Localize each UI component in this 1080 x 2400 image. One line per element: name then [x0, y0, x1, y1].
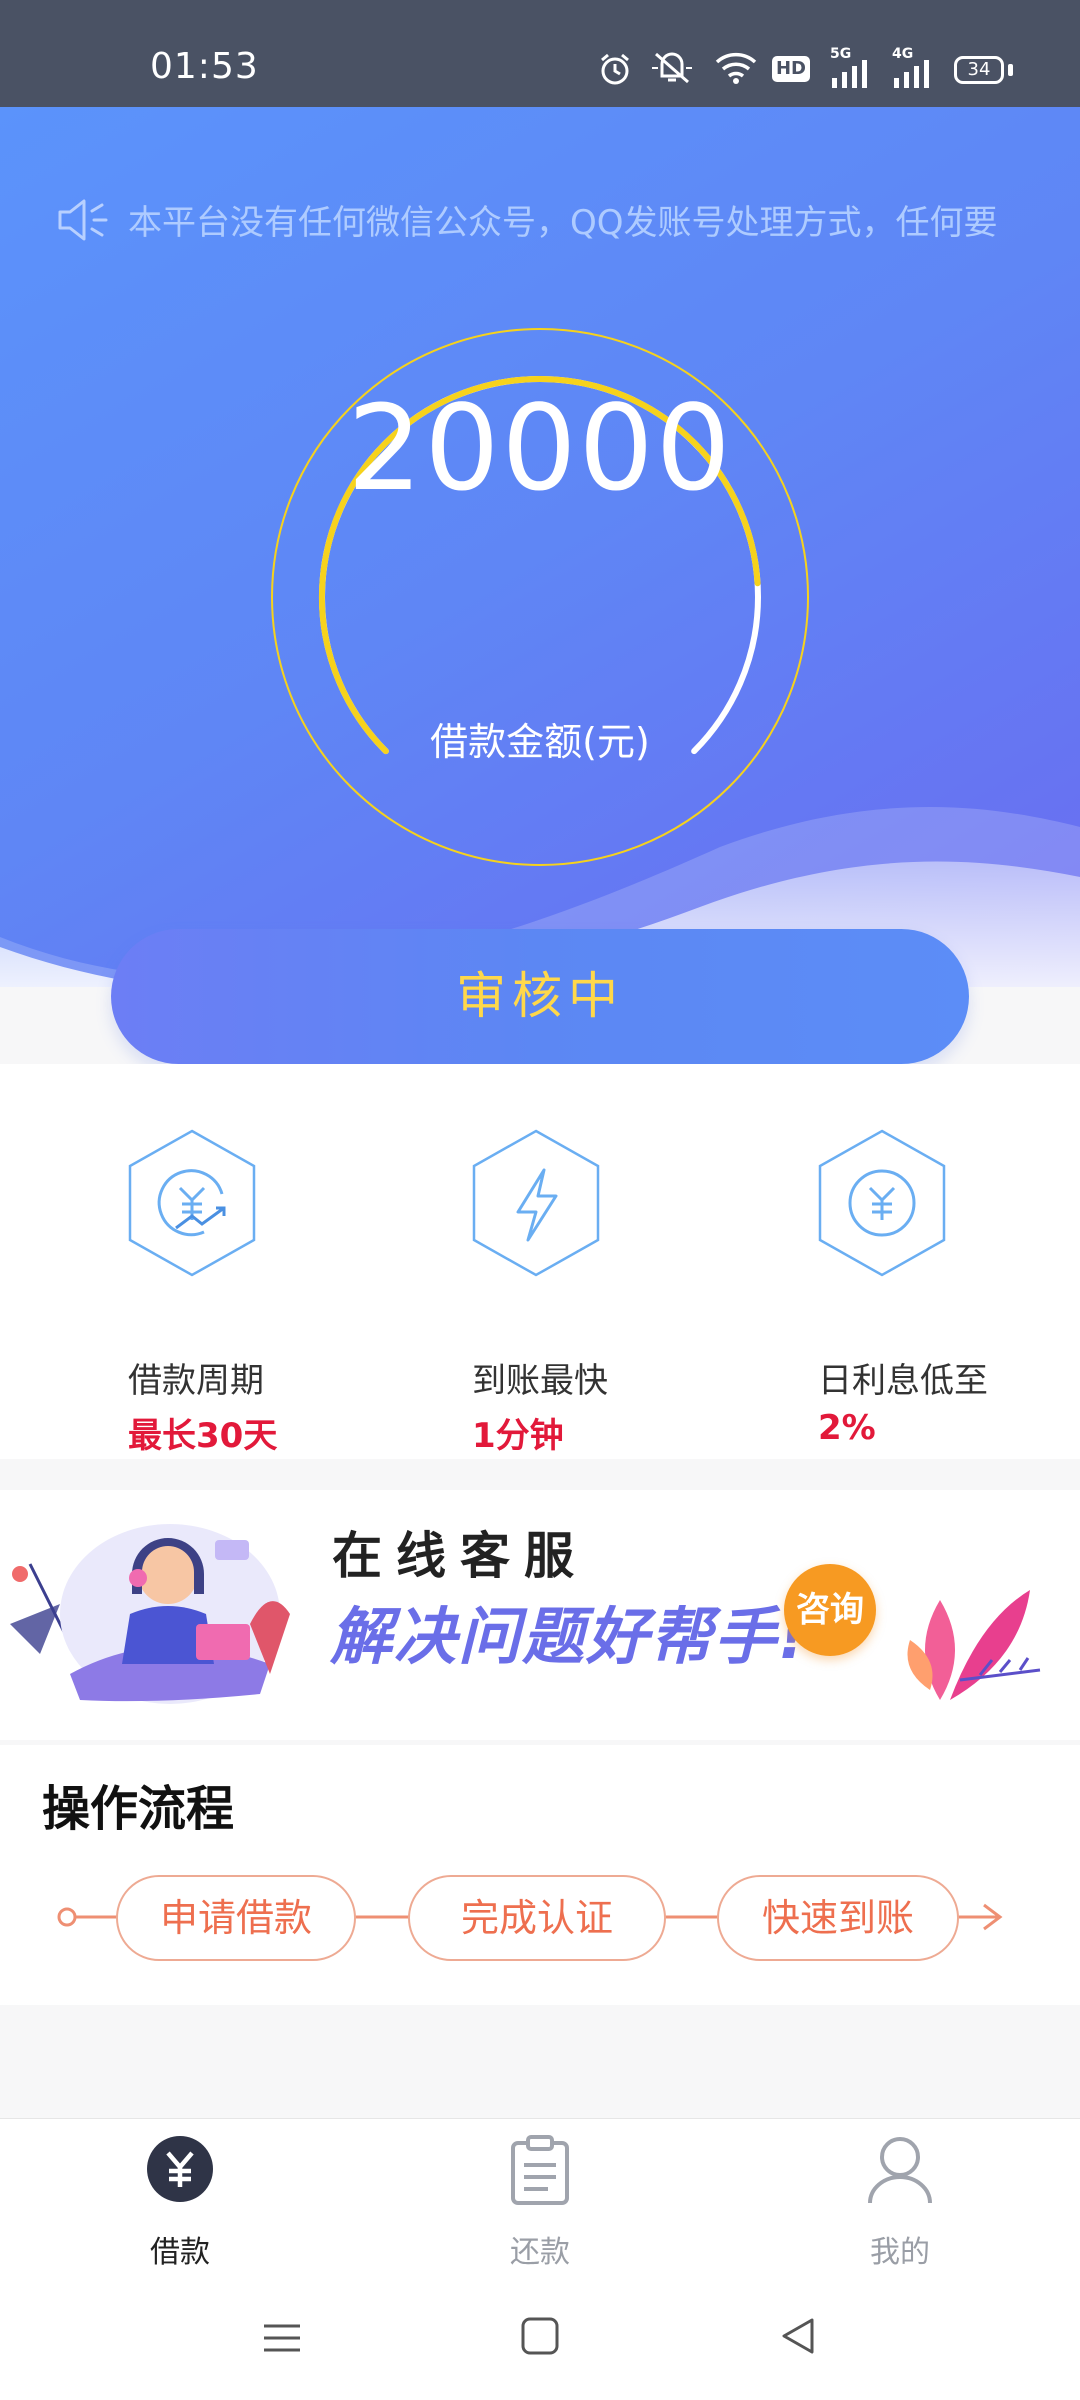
user-icon — [868, 2137, 932, 2204]
review-status-button[interactable]: 审核中 — [111, 929, 969, 1064]
loan-amount: 20000 — [347, 379, 733, 517]
process-step-payout: 快速到账 — [717, 1875, 959, 1961]
features-section: 借款周期 最长30天 到账最快 1分钟 日利息低至 2% — [0, 1064, 1080, 1459]
mute-icon — [652, 52, 692, 84]
consult-button[interactable]: 咨询 — [784, 1564, 876, 1656]
back-icon[interactable] — [778, 2316, 818, 2356]
feature-title: 到账最快 — [472, 1361, 608, 1401]
process-title: 操作流程 — [42, 1781, 235, 1837]
menu-icon[interactable] — [262, 2318, 302, 2358]
yuan-coin-icon — [818, 1129, 946, 1277]
tab-label: 借款 — [150, 2235, 210, 2270]
status-bar: 01:53 HD 5G 4G 34 — [0, 0, 1080, 107]
tab-repay[interactable]: 还款 — [440, 2135, 640, 2275]
feature-value: 最长30天 — [128, 1416, 278, 1456]
tab-mine[interactable]: 我的 — [800, 2135, 1000, 2275]
clipboard-icon — [511, 2135, 569, 2205]
battery-tip — [1008, 64, 1013, 76]
yuan-cycle-icon — [128, 1129, 256, 1277]
hero-section: 本平台没有任何微信公众号，QQ发账号处理方式，任何要 20000 借款金额(元) — [0, 107, 1080, 987]
tab-loan[interactable]: 借款 — [80, 2135, 280, 2275]
process-step-verify: 完成认证 — [408, 1875, 666, 1961]
battery-icon: 34 — [954, 56, 1004, 84]
wifi-icon — [715, 52, 757, 84]
alarm-icon — [601, 53, 629, 85]
process-section: 操作流程 申请借款 完成认证 快速到账 — [0, 1745, 1080, 2005]
status-time: 01:53 — [150, 46, 259, 87]
loan-amount-label: 借款金额(元) — [430, 720, 650, 764]
banner-title: 在线客服 — [332, 1527, 588, 1585]
feature-value: 2% — [818, 1408, 876, 1448]
speaker-icon — [58, 199, 108, 241]
bottom-tab-bar: 借款 还款 我的 — [0, 2118, 1080, 2281]
yuan-icon — [147, 2136, 213, 2202]
feature-value: 1分钟 — [472, 1416, 564, 1456]
tab-label: 还款 — [510, 2235, 570, 2270]
feature-title: 日利息低至 — [818, 1361, 988, 1401]
home-icon[interactable] — [520, 2316, 560, 2356]
leaf-decoration — [907, 1590, 1041, 1700]
notice-text: 本平台没有任何微信公众号，QQ发账号处理方式，任何要 — [128, 203, 998, 243]
tab-label: 我的 — [870, 2235, 930, 2270]
feature-title: 借款周期 — [128, 1361, 264, 1401]
system-nav-bar — [0, 2280, 1080, 2400]
banner-slogan: 解决问题好帮手! — [330, 1600, 809, 1673]
signal-5g-icon — [832, 60, 867, 88]
online-service-banner[interactable]: 在线客服 解决问题好帮手! 咨询 — [0, 1490, 1080, 1740]
signal-4g-icon — [894, 60, 929, 88]
hd-icon: HD — [772, 56, 810, 82]
lightning-icon — [472, 1129, 600, 1277]
customer-service-illustration — [10, 1524, 290, 1704]
process-step-apply: 申请借款 — [116, 1875, 356, 1961]
